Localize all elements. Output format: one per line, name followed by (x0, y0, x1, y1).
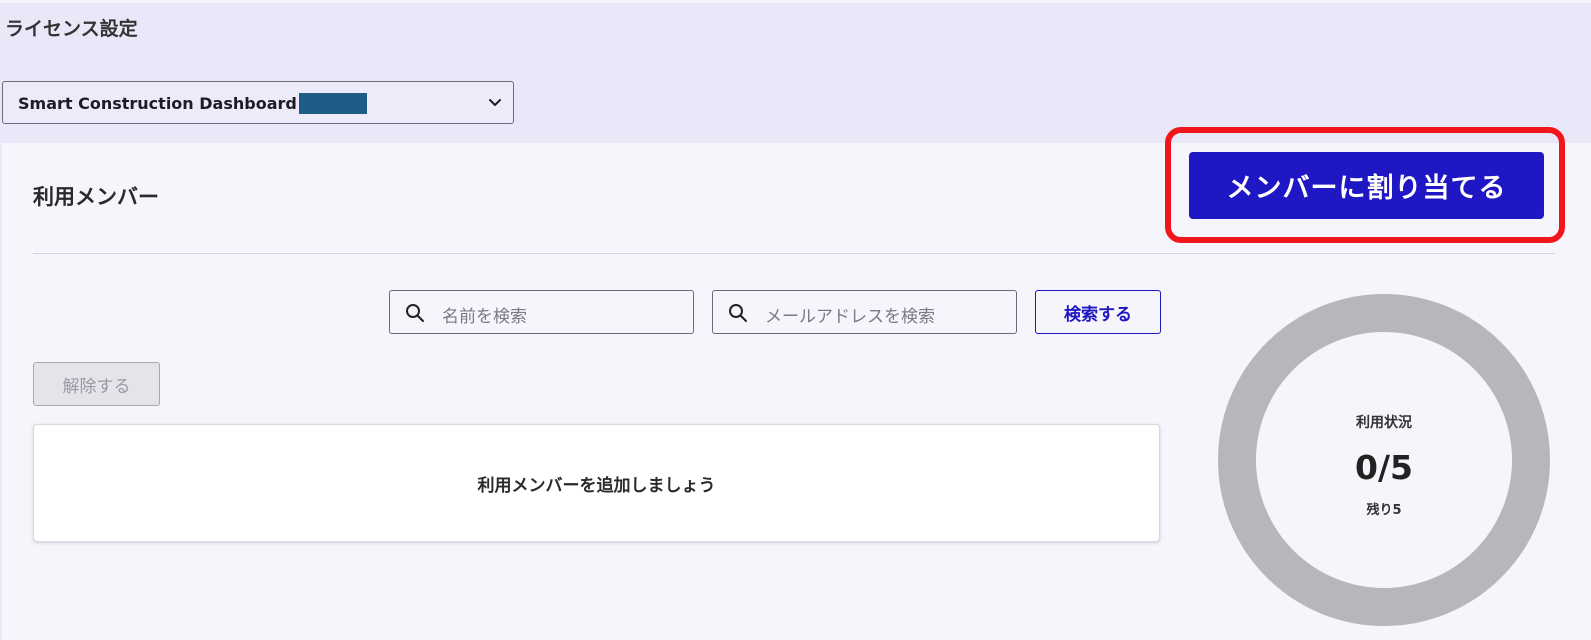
section-title: 利用メンバー (33, 185, 159, 209)
search-icon (406, 304, 424, 322)
usage-value: 0/5 (1355, 448, 1413, 487)
email-search-input[interactable]: メールアドレスを検索 (712, 290, 1017, 334)
highlight-frame (1165, 127, 1565, 243)
top-strip (0, 0, 1591, 3)
empty-member-card: 利用メンバーを追加しましょう (33, 424, 1160, 542)
divider (33, 253, 1555, 254)
redacted-block (299, 93, 367, 114)
page-title: ライセンス設定 (5, 18, 138, 40)
license-select-value: Smart Construction Dashboard # (18, 94, 316, 113)
search-button[interactable]: 検索する (1035, 290, 1161, 334)
usage-title: 利用状況 (1356, 415, 1412, 431)
search-icon (729, 304, 747, 322)
chevron-down-icon (489, 99, 501, 106)
name-search-placeholder: 名前を検索 (442, 307, 527, 327)
release-button[interactable]: 解除する (33, 362, 160, 406)
name-search-input[interactable]: 名前を検索 (389, 290, 694, 334)
empty-message: 利用メンバーを追加しましょう (477, 476, 716, 496)
usage-remaining: 残り5 (1366, 503, 1402, 518)
license-select[interactable]: Smart Construction Dashboard # (2, 81, 514, 124)
email-search-placeholder: メールアドレスを検索 (765, 307, 935, 327)
